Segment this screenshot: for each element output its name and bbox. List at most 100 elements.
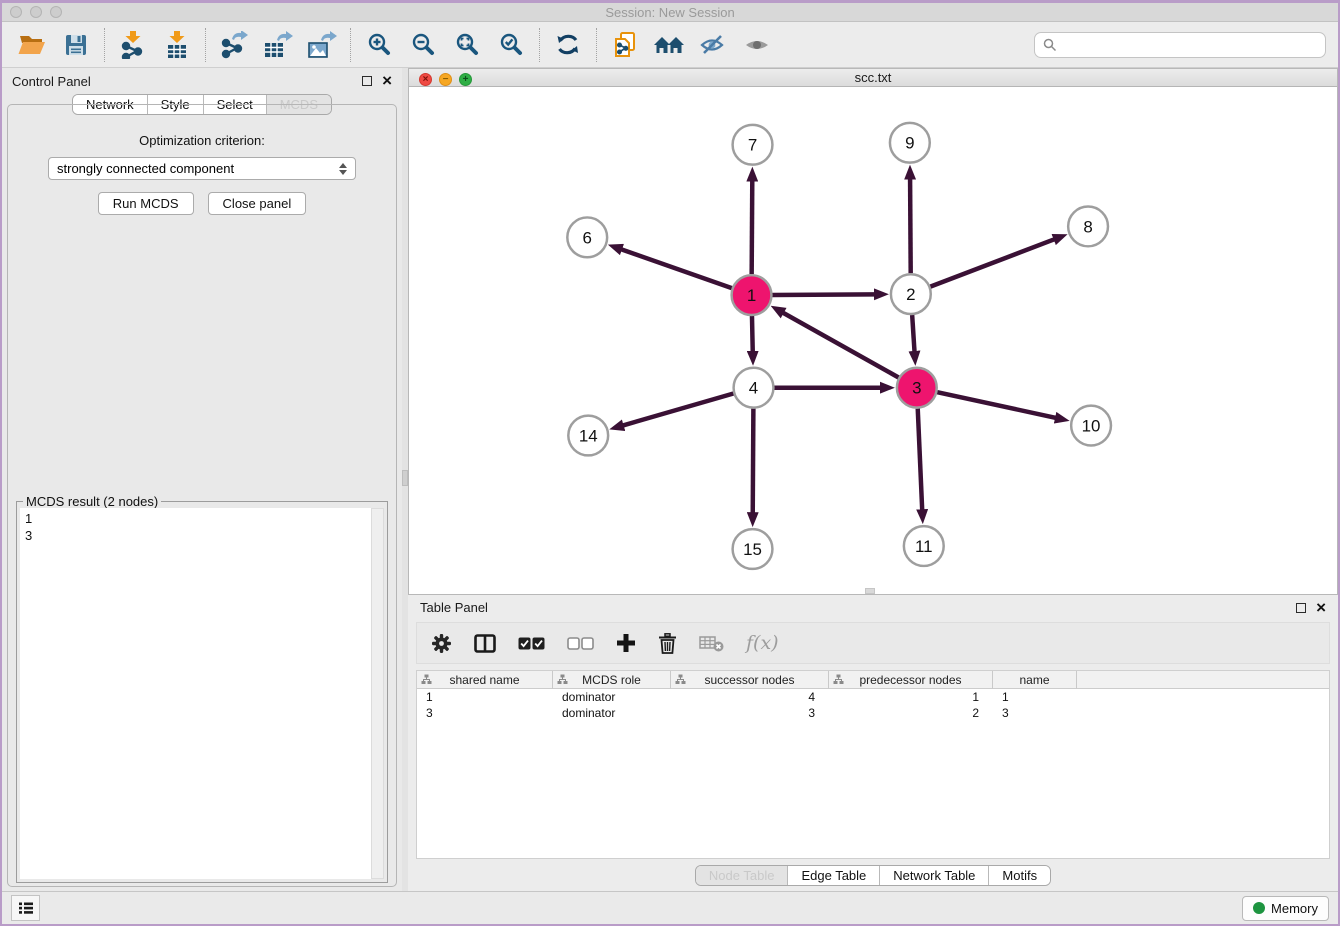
cell[interactable]: 3 — [417, 705, 553, 721]
cell[interactable]: 2 — [829, 705, 993, 721]
node-15[interactable]: 15 — [733, 529, 773, 569]
svg-text:15: 15 — [743, 540, 762, 559]
maximize-network-icon[interactable]: + — [459, 73, 472, 86]
edge-3-10[interactable] — [937, 392, 1056, 418]
save-session-button[interactable] — [54, 25, 98, 65]
column-header-predecessor-nodes[interactable]: predecessor nodes — [829, 671, 993, 689]
node-10[interactable]: 10 — [1071, 406, 1111, 446]
hide-selected-button[interactable] — [691, 25, 735, 65]
node-7[interactable]: 7 — [733, 125, 773, 165]
edge-1-4[interactable] — [752, 316, 753, 352]
import-network-button[interactable] — [111, 25, 155, 65]
refresh-button[interactable] — [546, 25, 590, 65]
edge-2-9[interactable] — [910, 179, 911, 274]
edge-1-6[interactable] — [621, 249, 732, 288]
zoom-in-button[interactable] — [357, 25, 401, 65]
node-11[interactable]: 11 — [904, 526, 944, 566]
node-1[interactable]: 1 — [732, 275, 772, 315]
network-canvas[interactable]: 1 2 3 4 6 7 8 9 10 11 14 15 — [409, 87, 1337, 594]
zoom-fit-button[interactable] — [445, 25, 489, 65]
close-panel-icon[interactable]: × — [382, 76, 392, 86]
edge-4-14[interactable] — [623, 394, 734, 426]
node-9[interactable]: 9 — [890, 123, 930, 163]
import-table-button[interactable] — [155, 25, 199, 65]
open-session-button[interactable] — [10, 25, 54, 65]
float-table-panel-icon[interactable] — [1296, 603, 1306, 613]
select-all-button[interactable] — [518, 637, 545, 650]
cell[interactable]: 3 — [671, 705, 829, 721]
close-window-icon[interactable] — [10, 6, 22, 18]
deselect-all-button[interactable] — [567, 637, 594, 650]
edge-2-8[interactable] — [930, 239, 1054, 286]
zoom-selected-button[interactable] — [489, 25, 533, 65]
split-columns-button[interactable] — [474, 634, 496, 653]
maximize-window-icon[interactable] — [50, 6, 62, 18]
cell[interactable]: 1 — [993, 689, 1077, 705]
edge-1-2[interactable] — [772, 295, 875, 296]
search-input[interactable] — [1063, 37, 1317, 52]
close-network-icon[interactable]: × — [419, 73, 432, 86]
delete-table-button[interactable] — [699, 635, 724, 652]
minimize-network-icon[interactable]: − — [439, 73, 452, 86]
zoom-out-icon — [411, 32, 436, 57]
node-4[interactable]: 4 — [734, 368, 774, 408]
edge-3-11[interactable] — [918, 409, 922, 511]
edge-3-1[interactable] — [783, 313, 899, 378]
task-history-button[interactable] — [11, 895, 40, 921]
tab-edge-table[interactable]: Edge Table — [787, 866, 879, 885]
tab-network-table[interactable]: Network Table — [879, 866, 988, 885]
close-table-panel-icon[interactable]: × — [1316, 603, 1326, 613]
cell[interactable]: 4 — [671, 689, 829, 705]
function-builder-button[interactable]: f(x) — [746, 632, 779, 654]
table-row[interactable]: 3dominator323 — [417, 705, 1329, 721]
close-panel-button[interactable]: Close panel — [208, 192, 307, 215]
search-field[interactable] — [1034, 32, 1326, 58]
cell[interactable]: 1 — [829, 689, 993, 705]
memory-button[interactable]: Memory — [1242, 896, 1329, 921]
tab-motifs[interactable]: Motifs — [988, 866, 1050, 885]
cell[interactable]: 3 — [993, 705, 1077, 721]
cell[interactable]: dominator — [553, 705, 671, 721]
node-8[interactable]: 8 — [1068, 207, 1108, 247]
float-panel-icon[interactable] — [362, 76, 372, 86]
tab-node-table[interactable]: Node Table — [696, 866, 788, 885]
clone-network-button[interactable] — [603, 25, 647, 65]
mcds-result-group: MCDS result (2 nodes) 1 3 — [16, 501, 388, 883]
edge-1-7[interactable] — [752, 181, 753, 275]
delete-column-button[interactable] — [658, 633, 677, 654]
node-6[interactable]: 6 — [567, 218, 607, 258]
houses-button[interactable] — [647, 25, 691, 65]
delete-table-icon — [699, 635, 724, 652]
export-network-button[interactable] — [212, 25, 256, 65]
add-column-button[interactable] — [616, 633, 636, 653]
cell[interactable]: 1 — [417, 689, 553, 705]
export-table-button[interactable] — [256, 25, 300, 65]
minimize-window-icon[interactable] — [30, 6, 42, 18]
run-mcds-button[interactable]: Run MCDS — [98, 192, 194, 215]
result-scrollbar[interactable] — [371, 508, 384, 879]
zoom-out-button[interactable] — [401, 25, 445, 65]
node-14[interactable]: 14 — [568, 416, 608, 456]
edge-2-3[interactable] — [912, 315, 914, 352]
canvas-scroll-handle[interactable] — [865, 588, 875, 594]
table-row[interactable]: 1dominator411 — [417, 689, 1329, 705]
table-settings-button[interactable] — [431, 633, 452, 654]
node-3[interactable]: 3 — [897, 368, 937, 408]
edge-4-15[interactable] — [753, 409, 754, 514]
trash-icon — [658, 633, 677, 654]
column-header-name[interactable]: name — [993, 671, 1077, 689]
control-panel-header: Control Panel × — [2, 68, 402, 94]
network-graph[interactable]: 1 2 3 4 6 7 8 9 10 11 14 15 — [409, 87, 1337, 594]
panel-divider[interactable] — [402, 68, 408, 891]
column-header-successor-nodes[interactable]: successor nodes — [671, 671, 829, 689]
column-header-shared-name[interactable]: shared name — [417, 671, 553, 689]
divider-handle-icon[interactable] — [402, 470, 408, 486]
cell[interactable]: dominator — [553, 689, 671, 705]
column-header-MCDS-role[interactable]: MCDS role — [553, 671, 671, 689]
open-folder-icon — [18, 33, 46, 56]
show-all-button[interactable] — [735, 25, 779, 65]
mcds-result-text[interactable]: 1 3 — [20, 508, 371, 879]
optimization-criterion-select[interactable]: strongly connected component — [48, 157, 356, 180]
export-image-button[interactable] — [300, 25, 344, 65]
node-2[interactable]: 2 — [891, 274, 931, 314]
